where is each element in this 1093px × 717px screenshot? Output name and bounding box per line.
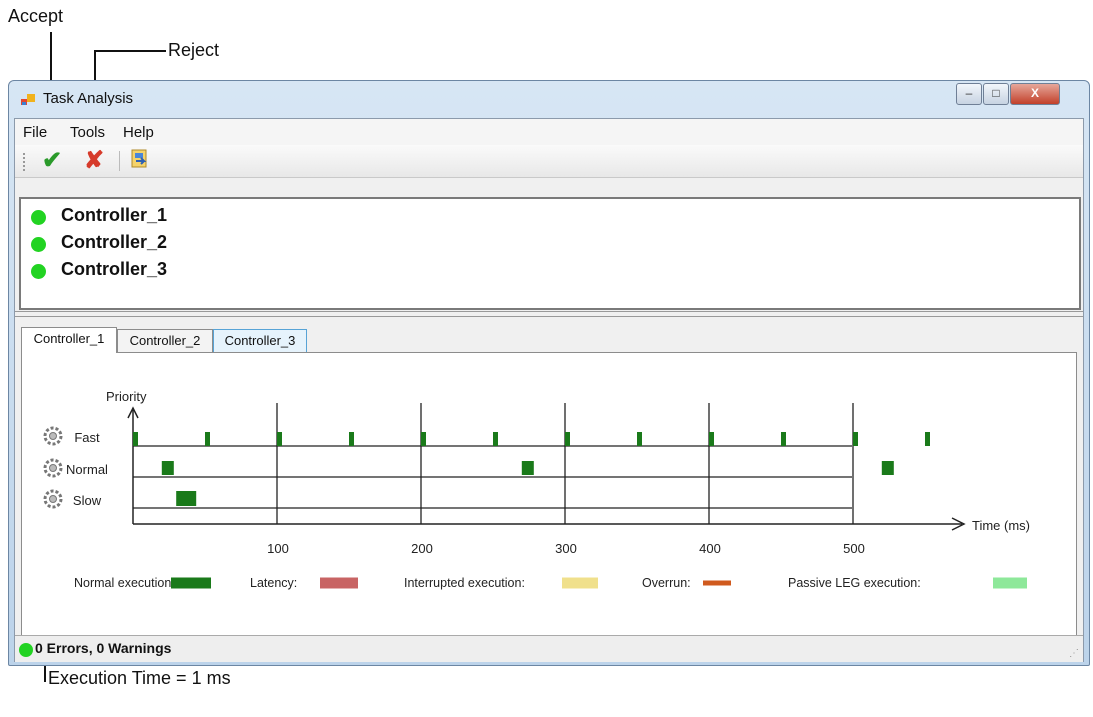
- execution-bar-fast: [565, 432, 570, 446]
- task-analysis-window: Task Analysis – □ X File Tools Help ✔ ✘: [8, 80, 1090, 666]
- execution-timeline-chart: Priority Time (ms) Fast Normal Slow 100 2…: [43, 389, 1030, 590]
- legend-label: Normal execution:: [74, 576, 175, 590]
- menu-file[interactable]: File: [23, 124, 47, 141]
- execution-bar-fast: [205, 432, 210, 446]
- execution-bar-fast: [133, 432, 138, 446]
- legend-label: Interrupted execution:: [404, 576, 525, 590]
- gear-icon: [43, 489, 63, 509]
- status-dot-icon: [31, 210, 46, 225]
- tab-controller-2[interactable]: Controller_2: [117, 329, 213, 352]
- window-title: Task Analysis: [43, 90, 134, 107]
- legend-swatch: [562, 577, 598, 589]
- maximize-button[interactable]: □: [983, 83, 1009, 105]
- status-ok-icon: [19, 643, 33, 657]
- title-bar[interactable]: Task Analysis – □ X: [9, 81, 1089, 117]
- x-axis-label: Time (ms): [972, 518, 1030, 533]
- execution-bar-fast: [925, 432, 930, 446]
- minimize-button[interactable]: –: [956, 83, 982, 105]
- execution-bar-normal: [161, 461, 174, 475]
- legend-label: Overrun:: [642, 576, 691, 590]
- execution-bar-fast: [493, 432, 498, 446]
- resize-grip-icon[interactable]: ⋰: [1069, 648, 1079, 659]
- row-label-slow: Slow: [73, 493, 102, 508]
- menu-bar: File Tools Help: [15, 119, 1083, 145]
- y-axis-label: Priority: [106, 389, 147, 404]
- window-client-area: File Tools Help ✔ ✘ Controller_1 Control…: [14, 118, 1084, 662]
- execution-bar-slow: [176, 491, 197, 506]
- row-label-fast: Fast: [74, 430, 100, 445]
- status-text: 0 Errors, 0 Warnings: [35, 640, 172, 656]
- execution-bar-fast: [781, 432, 786, 446]
- reject-button[interactable]: ✘: [81, 148, 107, 174]
- status-dot-icon: [31, 264, 46, 279]
- x-tick-label: 300: [555, 541, 577, 556]
- panel-splitter[interactable]: [15, 311, 1083, 317]
- x-tick-label: 200: [411, 541, 433, 556]
- x-icon: ✘: [83, 147, 105, 174]
- accept-button[interactable]: ✔: [39, 148, 65, 174]
- execution-bar-fast: [349, 432, 354, 446]
- check-icon: ✔: [41, 147, 63, 174]
- execution-bar-normal: [881, 461, 894, 475]
- tab-controller-1[interactable]: Controller_1: [21, 327, 117, 353]
- row-label-normal: Normal: [66, 462, 108, 477]
- legend-label: Latency:: [250, 576, 297, 590]
- legend-swatch: [703, 580, 731, 586]
- x-tick-label: 100: [267, 541, 289, 556]
- gear-icon: [43, 458, 63, 478]
- reject-callout: Reject: [168, 40, 220, 60]
- execution-bar-fast: [853, 432, 858, 446]
- toolbar-grip[interactable]: [23, 153, 27, 171]
- controller-list: Controller_1 Controller_2 Controller_3: [19, 197, 1081, 310]
- timeline-tab-page: Priority Time (ms) Fast Normal Slow 100 2…: [21, 352, 1077, 638]
- execution-bar-normal: [521, 461, 534, 475]
- menu-tools[interactable]: Tools: [70, 124, 105, 141]
- accept-callout: Accept: [8, 6, 64, 26]
- legend-swatch: [993, 577, 1027, 589]
- controller-label: Controller_3: [61, 259, 168, 279]
- close-button[interactable]: X: [1010, 83, 1060, 105]
- legend-swatch: [171, 577, 211, 589]
- x-tick-label: 400: [699, 541, 721, 556]
- x-tick-label: 500: [843, 541, 865, 556]
- export-icon: [131, 149, 147, 168]
- export-button[interactable]: [127, 148, 153, 174]
- status-bar: 0 Errors, 0 Warnings ⋰: [15, 635, 1083, 662]
- execution-bar-fast: [709, 432, 714, 446]
- toolbar: ✔ ✘: [15, 145, 1083, 178]
- legend-swatch: [320, 577, 358, 589]
- reject-callout-line-h: [94, 50, 166, 52]
- execution-bar-fast: [421, 432, 426, 446]
- toolbar-separator: [119, 151, 120, 171]
- legend-label: Passive LEG execution:: [788, 576, 921, 590]
- app-icon: [21, 94, 35, 105]
- execution-time-callout: Execution Time = 1 ms: [48, 668, 231, 688]
- execution-bar-fast: [277, 432, 282, 446]
- controller-label: Controller_2: [61, 232, 168, 252]
- status-dot-icon: [31, 237, 46, 252]
- execution-bar-fast: [637, 432, 642, 446]
- gear-icon: [43, 426, 63, 446]
- controller-label: Controller_1: [61, 205, 168, 225]
- menu-help[interactable]: Help: [123, 124, 154, 141]
- tab-controller-3[interactable]: Controller_3: [213, 329, 307, 352]
